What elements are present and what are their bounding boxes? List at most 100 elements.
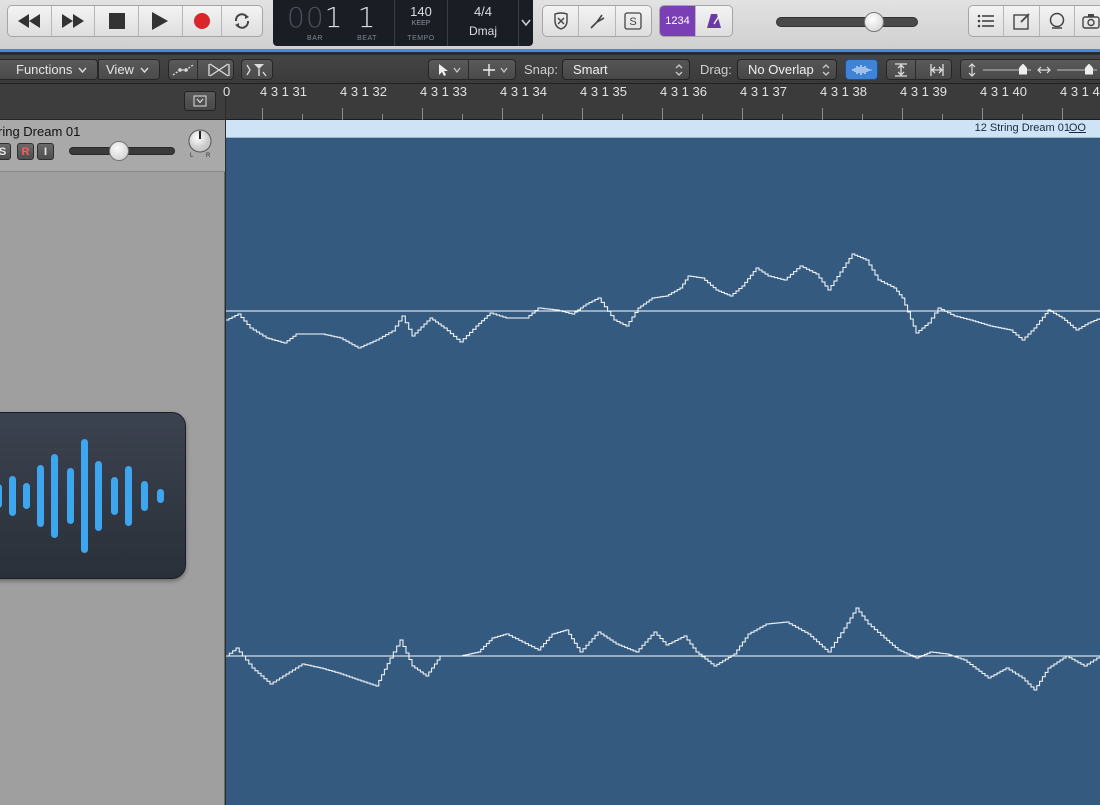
browser-button[interactable]	[1075, 6, 1100, 36]
ruler-tick	[982, 108, 983, 120]
snap-select[interactable]: Smart	[562, 59, 690, 80]
svg-text:S: S	[630, 16, 637, 28]
bar-position[interactable]: 001 BAR	[287, 0, 343, 46]
horizontal-zoom-icon	[1037, 66, 1051, 73]
pan-right-label: R	[206, 153, 211, 159]
functions-label: Functions	[16, 62, 73, 77]
input-monitor-button[interactable]: I	[37, 143, 54, 160]
notepad-icon	[1013, 13, 1030, 30]
count-in-label: 1234	[665, 15, 690, 27]
tempo-mode: KEEP	[411, 20, 431, 27]
ruler-tick	[262, 108, 263, 120]
loop-browser-button[interactable]	[1040, 6, 1076, 36]
track-volume-knob[interactable]	[109, 141, 129, 161]
lcd-display[interactable]: 001 BAR 1 BEAT 140 KEEP TEMPO 4/4 Dmaj	[273, 0, 533, 46]
view-menu[interactable]: View	[98, 59, 160, 80]
master-volume-slider[interactable]	[776, 12, 918, 32]
chevron-down-icon	[521, 19, 531, 27]
record-enable-button[interactable]: R	[17, 143, 34, 160]
ruler-tick	[502, 108, 503, 120]
count-in-metronome: 1234	[659, 5, 733, 37]
key-signature: Dmaj	[468, 24, 497, 38]
ruler-tick	[902, 108, 903, 120]
vertical-zoom-slider[interactable]	[983, 63, 1031, 76]
cycle-button[interactable]	[222, 6, 262, 36]
signature-key-display[interactable]: 4/4 Dmaj	[448, 0, 518, 46]
zoom-sliders	[960, 59, 1100, 80]
pointer-icon	[438, 63, 448, 76]
pan-knob[interactable]: L R	[186, 129, 214, 161]
notepad-button[interactable]	[1004, 6, 1040, 36]
track-options-button[interactable]	[184, 91, 216, 111]
transport-controls	[7, 5, 263, 37]
waveform-bar	[0, 484, 2, 508]
record-button[interactable]	[183, 6, 223, 36]
chevron-down-icon	[453, 67, 460, 73]
ruler-label: 4 3 1 36	[660, 84, 707, 99]
pencil-tool-menu[interactable]	[475, 60, 515, 79]
waveform-bar	[157, 489, 164, 503]
fast-forward-button[interactable]	[52, 6, 96, 36]
region-name: 12 String Dream 01	[974, 122, 1070, 134]
fast-forward-icon	[61, 14, 84, 28]
mode-buttons: S	[542, 5, 652, 37]
replace-shield-icon	[553, 12, 568, 30]
automation-tools	[168, 59, 234, 80]
waveform-zoom-button[interactable]	[845, 59, 878, 80]
waveform-display	[226, 253, 1100, 691]
vertical-fit-button[interactable]	[887, 60, 917, 79]
vertical-zoom-icon	[968, 62, 976, 77]
catch-playhead-icon	[246, 63, 267, 76]
drag-select[interactable]: No Overlap	[737, 59, 837, 80]
beat-position[interactable]: 1 BEAT	[349, 0, 385, 46]
lcd-menu-chevron[interactable]	[519, 14, 533, 28]
solo-button[interactable]: S	[0, 143, 11, 160]
track-name: ring Dream 01	[0, 124, 81, 139]
tuner-button[interactable]	[579, 6, 616, 36]
play-button[interactable]	[139, 6, 183, 36]
audio-waveform-app-icon	[0, 412, 186, 579]
catch-button[interactable]	[241, 59, 273, 80]
master-volume-knob[interactable]	[864, 12, 884, 32]
horizontal-zoom-thumb[interactable]	[1085, 63, 1093, 75]
bar-ruler[interactable]: 0 4 3 1 31 4 3 1 32 4 3 1 33 4 3 1 34 4 3 1 3…	[223, 84, 1100, 120]
region-header[interactable]: 12 String Dream 01 OO	[226, 120, 1100, 138]
metronome-button[interactable]	[696, 6, 732, 36]
rewind-icon	[18, 14, 41, 28]
functions-menu[interactable]: Functions	[0, 59, 98, 80]
ruler-tick	[822, 108, 823, 120]
metronome-icon	[707, 14, 721, 28]
waveform-bar	[9, 476, 16, 516]
list-editors-button[interactable]	[969, 6, 1005, 36]
count-in-button[interactable]: 1234	[660, 6, 697, 36]
replace-button[interactable]	[543, 6, 580, 36]
record-enable-label: R	[21, 145, 30, 158]
chevron-box-icon	[193, 95, 207, 107]
automation-curve-button[interactable]	[169, 60, 199, 79]
stop-button[interactable]	[95, 6, 139, 36]
pointer-tool-menu[interactable]	[429, 60, 470, 79]
ruler-label: 4 3 1 39	[900, 84, 947, 99]
drag-value: No Overlap	[748, 62, 814, 77]
region-loop-indicator[interactable]: OO	[1069, 122, 1086, 134]
tempo-display[interactable]: 140 KEEP TEMPO	[395, 0, 447, 46]
chevron-down-icon	[140, 67, 149, 73]
tool-menus	[428, 59, 516, 80]
record-icon	[193, 13, 210, 29]
bar-label: BAR	[307, 35, 323, 42]
bar-leading-digits: 00	[287, 1, 325, 34]
editor-toolbar: Functions View Snap: Smart Drag: No Over…	[0, 55, 1100, 84]
waveform-bar	[51, 454, 58, 538]
beat-value: 1	[357, 1, 377, 34]
solo-mode-button[interactable]: S	[616, 6, 651, 36]
audio-waveform-editor[interactable]	[226, 138, 1100, 805]
horizontal-zoom-slider[interactable]	[1057, 63, 1097, 76]
vertical-zoom-thumb[interactable]	[1019, 63, 1027, 75]
horizontal-fit-button[interactable]	[922, 60, 951, 79]
rewind-button[interactable]	[8, 6, 52, 36]
view-buttons	[968, 5, 1100, 37]
input-monitor-label: I	[43, 145, 48, 158]
crossfade-button[interactable]	[204, 60, 233, 79]
solo-label: S	[0, 145, 7, 158]
waveform-channel-right	[226, 607, 1100, 691]
